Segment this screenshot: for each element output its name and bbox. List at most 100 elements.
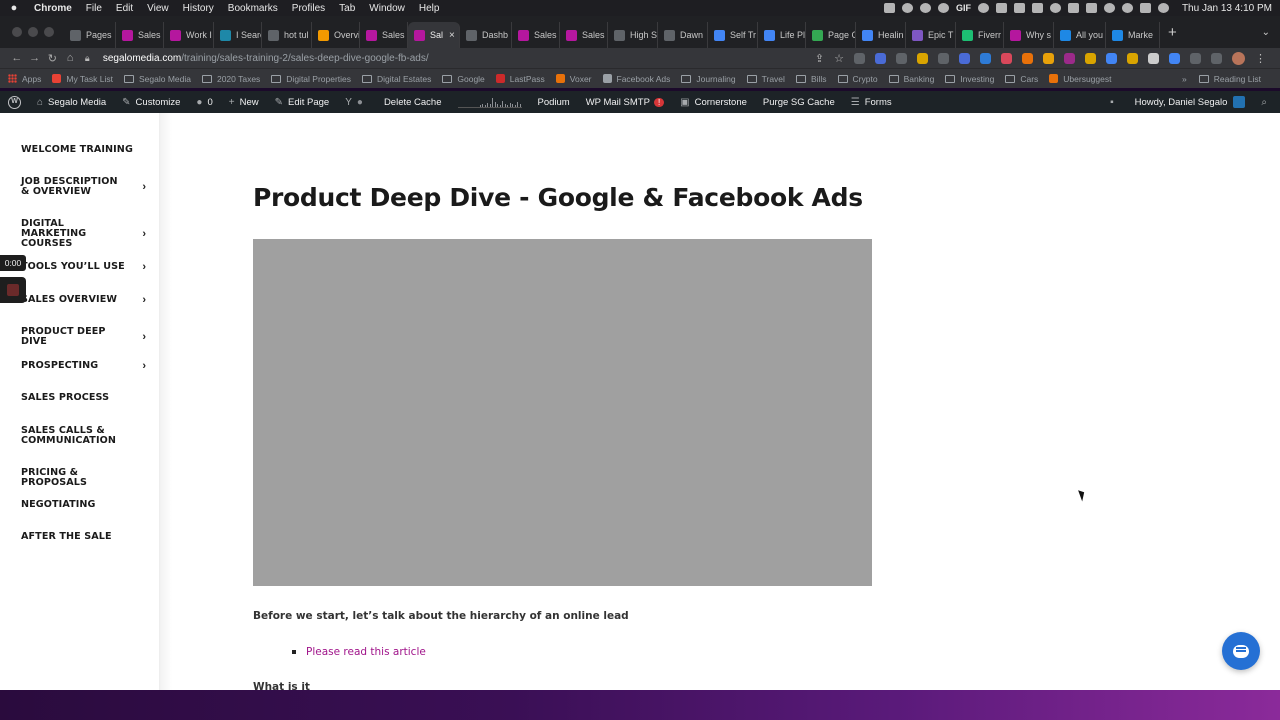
podium-link[interactable]: Podium <box>530 91 578 113</box>
article-link[interactable]: Please read this article <box>306 646 426 658</box>
wp-mail-smtp-link[interactable]: WP Mail SMTP ! <box>578 91 672 113</box>
bookmark-item[interactable]: Investing <box>945 74 994 84</box>
cornerstone-link[interactable]: ▣ Cornerstone <box>672 91 755 113</box>
menu-file[interactable]: File <box>86 3 102 14</box>
play-icon[interactable] <box>1049 3 1061 13</box>
spotlight-search-icon[interactable] <box>1121 3 1133 13</box>
browser-tab[interactable]: Dashb <box>460 22 512 48</box>
extension-icon[interactable] <box>1148 52 1159 64</box>
more-bookmarks-button[interactable]: » <box>1182 74 1187 84</box>
browser-tab[interactable]: Sales <box>360 22 408 48</box>
extension-icon[interactable] <box>959 52 970 64</box>
stop-recording-button[interactable] <box>0 277 26 303</box>
control-center-icon[interactable] <box>1139 3 1151 13</box>
chevron-right-icon[interactable]: › <box>142 294 146 306</box>
browser-tab[interactable]: Dawn <box>658 22 708 48</box>
extension-icon[interactable] <box>1022 52 1033 64</box>
extension-icon[interactable] <box>980 52 991 64</box>
app-menu-chrome[interactable]: Chrome <box>34 3 72 14</box>
menu-help[interactable]: Help <box>419 3 440 14</box>
close-window-button[interactable] <box>12 27 22 37</box>
browser-tab[interactable]: Page C <box>806 22 856 48</box>
bookmark-item[interactable]: Digital Estates <box>362 74 431 84</box>
screen-record-icon[interactable] <box>901 3 913 13</box>
chat-icon[interactable] <box>995 3 1007 13</box>
browser-tab[interactable]: hot tul <box>262 22 312 48</box>
chevron-right-icon[interactable]: › <box>142 228 146 240</box>
delete-cache-link[interactable]: Delete Cache <box>376 91 450 113</box>
bluetooth-icon[interactable] <box>1067 3 1079 13</box>
bookmark-item[interactable]: Voxer <box>555 74 592 84</box>
profile-avatar[interactable] <box>1232 51 1245 65</box>
bookmark-item[interactable]: Facebook Ads <box>602 74 670 84</box>
extension-icon[interactable] <box>1106 52 1117 64</box>
browser-tab[interactable]: Overvi <box>312 22 360 48</box>
battery-small-icon[interactable] <box>1031 3 1043 13</box>
sidebar-nav-item[interactable]: JOB DESCRIPTION & OVERVIEW › <box>21 177 146 197</box>
extension-icon[interactable] <box>1064 52 1075 64</box>
new-content-link[interactable]: + New <box>221 91 267 113</box>
maximize-window-button[interactable] <box>44 27 54 37</box>
sidebar-nav-item[interactable]: AFTER THE SALE <box>21 532 146 542</box>
home-icon[interactable]: ⌂ <box>61 52 79 64</box>
bookmark-item[interactable]: Journaling <box>681 74 736 84</box>
wordpress-logo-button[interactable]: W <box>0 91 29 113</box>
menu-tab[interactable]: Tab <box>339 3 355 14</box>
sidebar-nav-item[interactable]: SALES OVERVIEW › <box>21 294 146 306</box>
reading-list-button[interactable]: Reading List <box>1198 74 1261 84</box>
share-icon[interactable]: ⇪ <box>815 52 824 65</box>
notifications-button[interactable]: ▪ <box>1102 91 1127 113</box>
tab-search-chevron-icon[interactable]: ⌄ <box>1262 27 1270 38</box>
chat-widget-button[interactable] <box>1222 632 1260 670</box>
site-name-link[interactable]: ⌂ Segalo Media <box>29 91 114 113</box>
browser-tab[interactable]: Sales <box>512 22 560 48</box>
purge-cache-link[interactable]: Purge SG Cache <box>755 91 843 113</box>
bookmark-item[interactable]: 2020 Taxes <box>201 74 260 84</box>
extension-icon[interactable] <box>1169 52 1180 64</box>
bookmark-item[interactable]: Bills <box>795 74 827 84</box>
reload-icon[interactable]: ↻ <box>43 52 61 65</box>
browser-tab[interactable]: Fiverr <box>956 22 1004 48</box>
menu-window[interactable]: Window <box>369 3 405 14</box>
bookmark-apps[interactable]: Apps <box>8 74 41 84</box>
sidebar-nav-item[interactable]: SALES CALLS & COMMUNICATION <box>21 426 146 446</box>
extension-icon[interactable] <box>1127 52 1138 64</box>
sidebar-nav-item[interactable]: TOOLS YOU’LL USE › <box>21 261 146 273</box>
comments-link[interactable]: ● 0 <box>188 91 220 113</box>
bookmark-item[interactable]: Google <box>442 74 485 84</box>
apple-icon[interactable]: ● <box>8 2 20 14</box>
browser-tab[interactable]: Life Pl <box>758 22 806 48</box>
browser-tab[interactable]: Why s <box>1004 22 1054 48</box>
yoast-seo-button[interactable]: Y ● <box>337 91 376 113</box>
zoom-icon[interactable] <box>883 3 895 13</box>
back-arrow-icon[interactable]: ← <box>8 52 26 64</box>
puzzle-extensions-icon[interactable] <box>1211 52 1222 64</box>
address-bar[interactable]: 🔒︎ segalomedia.com /training/sales-train… <box>85 49 815 67</box>
chrome-menu-icon[interactable]: ⋮ <box>1255 52 1266 65</box>
edit-page-link[interactable]: ✎ Edit Page <box>267 91 338 113</box>
browser-tab[interactable]: Pages <box>64 22 116 48</box>
menu-history[interactable]: History <box>183 3 214 14</box>
video-embed[interactable] <box>253 239 872 586</box>
admin-search-button[interactable]: ⌕ <box>1253 91 1280 113</box>
bookmark-item[interactable]: Banking <box>888 74 934 84</box>
app-icon[interactable] <box>1013 3 1025 13</box>
gif-capture-icon[interactable]: GIF <box>956 3 971 13</box>
lock-icon[interactable]: 🔒︎ <box>85 53 97 64</box>
bookmark-item[interactable]: Segalo Media <box>123 74 191 84</box>
my-account-link[interactable]: Howdy, Daniel Segalo <box>1127 91 1254 113</box>
sidebar-nav-item[interactable]: PRICING & PROPOSALS <box>21 468 146 488</box>
moon-icon[interactable] <box>977 3 989 13</box>
browser-tab[interactable]: High S <box>608 22 658 48</box>
chevron-right-icon[interactable]: › <box>142 360 146 372</box>
browser-tab[interactable]: Sales <box>116 22 164 48</box>
extension-icon[interactable] <box>1001 52 1012 64</box>
extension-icon[interactable] <box>917 52 928 64</box>
browser-tab[interactable]: Sales <box>560 22 608 48</box>
extension-icon[interactable] <box>1043 52 1054 64</box>
bookmark-item[interactable]: Digital Properties <box>271 74 351 84</box>
extension-icon[interactable] <box>875 52 886 64</box>
battery-icon[interactable] <box>1085 3 1097 13</box>
bookmark-item[interactable]: My Task List <box>52 74 113 84</box>
stats-sparkline[interactable] <box>457 96 522 108</box>
